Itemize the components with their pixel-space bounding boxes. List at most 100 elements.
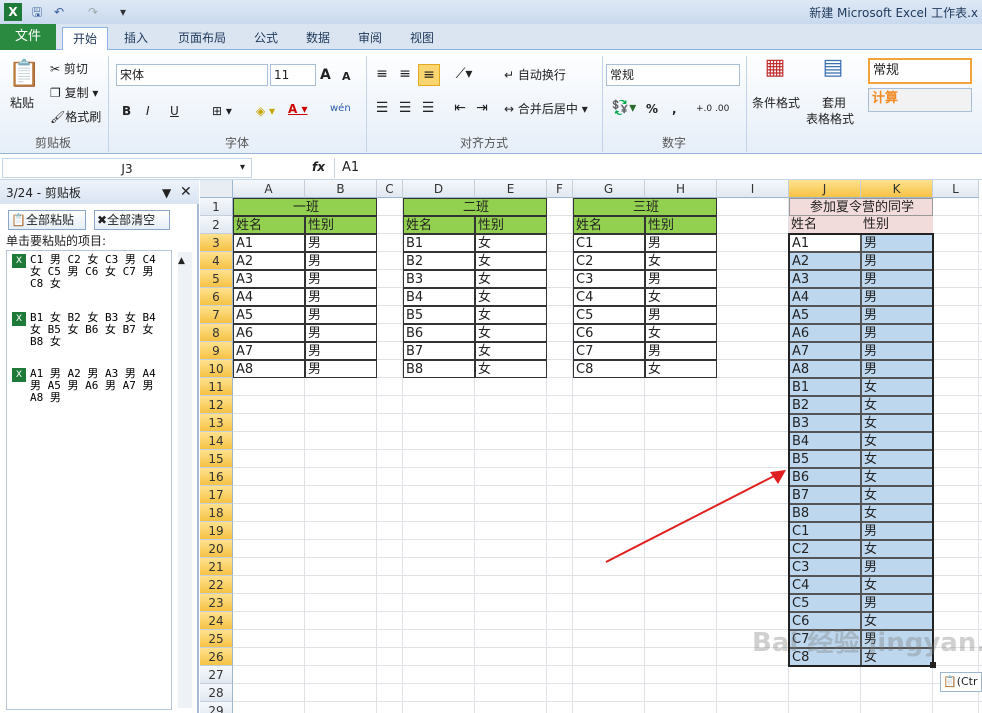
name-cell[interactable]: C6 bbox=[573, 324, 645, 342]
row-header[interactable]: 1 bbox=[200, 198, 233, 216]
row-header[interactable]: 18 bbox=[200, 504, 233, 522]
comma-button[interactable]: , bbox=[672, 100, 677, 118]
style-normal[interactable]: 常规 bbox=[868, 58, 972, 84]
row-header[interactable]: 8 bbox=[200, 324, 233, 342]
sex-cell[interactable]: 女 bbox=[475, 270, 547, 288]
row-header[interactable]: 21 bbox=[200, 558, 233, 576]
name-cell[interactable]: C3 bbox=[573, 270, 645, 288]
align-left-icon[interactable]: ☰ bbox=[372, 98, 392, 118]
row-header[interactable]: 25 bbox=[200, 630, 233, 648]
header-cell[interactable]: 姓名 bbox=[789, 216, 861, 234]
cut-button[interactable]: ✂ 剪切 bbox=[50, 60, 88, 78]
row-header[interactable]: 2 bbox=[200, 216, 233, 234]
name-cell[interactable]: B7 bbox=[403, 342, 475, 360]
column-header[interactable]: D bbox=[403, 180, 475, 198]
column-header[interactable]: L bbox=[933, 180, 979, 198]
class-title-cell[interactable]: 三班 bbox=[573, 198, 717, 216]
sex-cell[interactable]: 男 bbox=[305, 288, 377, 306]
header-cell[interactable]: 性别 bbox=[305, 216, 377, 234]
clipboard-item[interactable]: X C1 男 C2 女 C3 男 C4 女 C5 男 C6 女 C7 男 C8 女 bbox=[10, 254, 174, 298]
percent-button[interactable]: % bbox=[646, 100, 658, 118]
row-header[interactable]: 14 bbox=[200, 432, 233, 450]
name-cell[interactable]: C8 bbox=[573, 360, 645, 378]
currency-icon[interactable]: 💱▾ bbox=[610, 98, 638, 118]
row-header[interactable]: 22 bbox=[200, 576, 233, 594]
conditional-format-button[interactable]: 条件格式 bbox=[752, 94, 800, 112]
format-table-label2[interactable]: 表格格式 bbox=[806, 110, 854, 128]
row-header[interactable]: 27 bbox=[200, 666, 233, 684]
name-cell[interactable]: A8 bbox=[233, 360, 305, 378]
shrink-font-button[interactable]: A bbox=[342, 68, 351, 86]
tab-review[interactable]: 审阅 bbox=[350, 27, 390, 50]
row-header[interactable]: 28 bbox=[200, 684, 233, 702]
row-header[interactable]: 26 bbox=[200, 648, 233, 666]
name-cell[interactable]: B6 bbox=[403, 324, 475, 342]
align-right-icon[interactable]: ☰ bbox=[418, 98, 438, 118]
row-header[interactable]: 12 bbox=[200, 396, 233, 414]
name-box[interactable]: J3 bbox=[2, 158, 252, 178]
sex-cell[interactable]: 男 bbox=[305, 306, 377, 324]
italic-button[interactable]: I bbox=[146, 102, 150, 120]
name-cell[interactable]: A7 bbox=[233, 342, 305, 360]
format-painter-button[interactable]: 🖌格式刷 bbox=[50, 108, 101, 126]
sex-cell[interactable]: 女 bbox=[475, 306, 547, 324]
sex-cell[interactable]: 男 bbox=[645, 270, 717, 288]
tab-file[interactable]: 文件 bbox=[0, 24, 56, 50]
bold-button[interactable]: B bbox=[122, 102, 131, 120]
row-header[interactable]: 15 bbox=[200, 450, 233, 468]
name-cell[interactable]: B3 bbox=[403, 270, 475, 288]
name-cell[interactable]: A4 bbox=[233, 288, 305, 306]
increase-indent-icon[interactable]: ⇥ bbox=[472, 98, 492, 118]
name-cell[interactable]: B1 bbox=[403, 234, 475, 252]
merge-center-button[interactable]: ↔ 合并后居中 ▾ bbox=[504, 100, 588, 118]
close-icon[interactable]: ✕ bbox=[180, 183, 192, 201]
sex-cell[interactable]: 男 bbox=[645, 342, 717, 360]
column-header[interactable]: C bbox=[377, 180, 403, 198]
name-cell[interactable]: C7 bbox=[573, 342, 645, 360]
row-header[interactable]: 6 bbox=[200, 288, 233, 306]
sex-cell[interactable]: 女 bbox=[475, 234, 547, 252]
header-cell[interactable]: 姓名 bbox=[573, 216, 645, 234]
grow-font-button[interactable]: A bbox=[320, 66, 331, 84]
sex-cell[interactable]: 女 bbox=[645, 252, 717, 270]
sex-cell[interactable]: 男 bbox=[305, 360, 377, 378]
header-cell[interactable]: 性别 bbox=[475, 216, 547, 234]
name-box-dropdown-icon[interactable]: ▾ bbox=[240, 159, 245, 177]
name-cell[interactable]: A1 bbox=[233, 234, 305, 252]
align-bottom-icon[interactable]: ≡ bbox=[418, 64, 440, 86]
name-cell[interactable]: A2 bbox=[233, 252, 305, 270]
sex-cell[interactable]: 女 bbox=[645, 324, 717, 342]
row-header[interactable]: 13 bbox=[200, 414, 233, 432]
sex-cell[interactable]: 女 bbox=[645, 288, 717, 306]
increase-decimal-button[interactable]: +.0 .00 bbox=[696, 100, 729, 118]
row-header[interactable]: 9 bbox=[200, 342, 233, 360]
number-format-box[interactable]: 常规 bbox=[606, 64, 740, 86]
name-cell[interactable]: B8 bbox=[403, 360, 475, 378]
tab-page-layout[interactable]: 页面布局 bbox=[170, 27, 234, 50]
header-cell[interactable]: 性别 bbox=[645, 216, 717, 234]
fill-handle[interactable] bbox=[930, 662, 936, 668]
name-cell[interactable]: C2 bbox=[573, 252, 645, 270]
paste-button[interactable]: 粘贴 bbox=[10, 94, 34, 112]
customize-toolbar-icon[interactable]: ▾ bbox=[114, 3, 132, 21]
redo-icon[interactable]: ↷ bbox=[84, 3, 102, 21]
name-cell[interactable]: A3 bbox=[233, 270, 305, 288]
clear-all-button[interactable]: ✖全部清空 bbox=[94, 210, 170, 230]
row-header[interactable]: 19 bbox=[200, 522, 233, 540]
font-color-icon[interactable]: A ▾ bbox=[288, 100, 308, 118]
column-header[interactable]: H bbox=[645, 180, 717, 198]
align-middle-icon[interactable]: ≡ bbox=[395, 64, 415, 84]
sex-cell[interactable]: 女 bbox=[475, 324, 547, 342]
row-header[interactable]: 7 bbox=[200, 306, 233, 324]
tab-formulas[interactable]: 公式 bbox=[246, 27, 286, 50]
sex-cell[interactable]: 男 bbox=[305, 324, 377, 342]
row-header[interactable]: 20 bbox=[200, 540, 233, 558]
phonetic-button[interactable]: wén bbox=[330, 100, 351, 118]
sex-cell[interactable]: 女 bbox=[475, 252, 547, 270]
name-cell[interactable]: A5 bbox=[233, 306, 305, 324]
tab-home[interactable]: 开始 bbox=[62, 27, 108, 50]
column-header[interactable]: F bbox=[547, 180, 573, 198]
row-header[interactable]: 17 bbox=[200, 486, 233, 504]
row-header[interactable]: 23 bbox=[200, 594, 233, 612]
underline-button[interactable]: U bbox=[170, 102, 179, 120]
